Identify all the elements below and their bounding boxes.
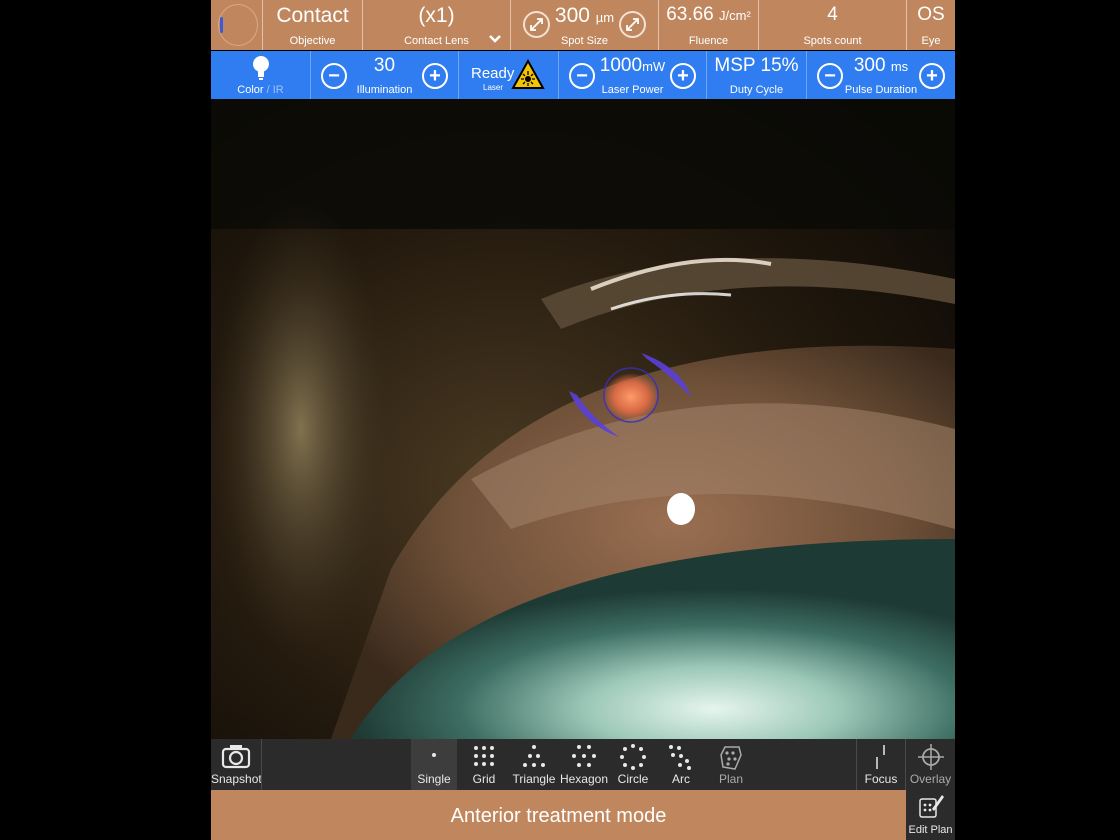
status-dial <box>218 4 258 46</box>
pattern-hexagon-button[interactable]: Hexagon <box>559 739 609 790</box>
duty-cycle-cell[interactable]: MSP 15% Duty Cycle <box>707 51 807 99</box>
duty-cycle-label: Duty Cycle <box>729 84 784 96</box>
status-marker <box>220 17 223 33</box>
spot-size-value: 300 <box>554 4 590 27</box>
objective-label: Objective <box>289 35 336 47</box>
pattern-grid-button[interactable]: Grid <box>459 739 509 790</box>
arc-pattern-icon <box>669 745 691 770</box>
illumination-label: Illumination <box>356 84 413 96</box>
overlay-label: Overlay <box>909 772 952 786</box>
edit-plan-button[interactable]: Edit Plan <box>906 790 955 840</box>
power-unit: mW <box>642 59 666 74</box>
divider <box>261 739 262 790</box>
triangle-pattern-icon <box>523 745 545 767</box>
contact-lens-cell[interactable]: (x1) Contact Lens <box>363 0 511 50</box>
pattern-toolbar: Snapshot Single Grid Triangle Hexagon Ci… <box>211 739 955 790</box>
pulse-value: 300 <box>853 55 886 76</box>
illumination-value: 30 <box>373 55 396 76</box>
eye-value: OS <box>917 4 945 25</box>
spots-count-value: 4 <box>827 4 838 25</box>
illumination-minus-button[interactable]: − <box>321 63 347 89</box>
pattern-single-label: Single <box>417 772 451 786</box>
pattern-circle-label: Circle <box>617 772 649 786</box>
focus-icon <box>876 745 885 769</box>
eye-cell[interactable]: OS Eye <box>907 0 955 50</box>
power-value: 1000 <box>599 55 643 76</box>
pattern-hexagon-label: Hexagon <box>559 772 609 786</box>
ir-label: / IR <box>263 84 284 96</box>
objective-value: Contact <box>276 4 349 27</box>
crosshair-icon <box>917 744 944 770</box>
laser-ready-value: Ready <box>471 65 515 82</box>
status-indicator-cell <box>211 0 263 50</box>
pattern-plan-button[interactable]: Plan <box>707 739 755 790</box>
chevron-down-icon[interactable] <box>488 34 502 44</box>
fluence-unit: J/cm² <box>719 8 751 23</box>
objective-cell[interactable]: Contact Objective <box>263 0 363 50</box>
mode-status-bar: Anterior treatment mode <box>211 790 906 840</box>
camera-icon <box>221 745 251 769</box>
pattern-plan-label: Plan <box>718 772 744 786</box>
pattern-arc-button[interactable]: Arc <box>657 739 705 790</box>
treatment-mode-text: Anterior treatment mode <box>450 805 667 827</box>
power-label: Laser Power <box>601 84 664 96</box>
illumination-cell: − 30 Illumination + <box>311 51 459 99</box>
lens-value: (x1) <box>418 4 455 27</box>
eye-label: Eye <box>921 35 941 47</box>
laser-ready-label: Laser <box>483 83 504 92</box>
pattern-triangle-label: Triangle <box>512 772 556 786</box>
circle-pattern-icon <box>620 744 646 770</box>
grid-pattern-icon <box>474 746 494 766</box>
focus-label: Focus <box>864 772 898 786</box>
top-settings-bar: Contact Objective (x1) Contact Lens 300 … <box>211 0 955 50</box>
camera-view[interactable] <box>211 99 955 739</box>
laser-parameters-bar: Color / IR − 30 Illumination + Ready Las… <box>211 51 955 99</box>
laser-app: Contact Objective (x1) Contact Lens 300 … <box>211 0 955 840</box>
color-label: Color <box>237 84 264 96</box>
color-ir-cell[interactable]: Color / IR <box>211 51 311 99</box>
pattern-grid-label: Grid <box>472 772 496 786</box>
focus-button[interactable]: Focus <box>857 739 905 790</box>
illumination-plus-button[interactable]: + <box>422 63 448 89</box>
laser-ready-cell[interactable]: Ready Laser <box>459 51 559 99</box>
laser-warning-icon <box>511 59 545 89</box>
pulse-minus-button[interactable]: − <box>817 63 843 89</box>
pattern-arc-label: Arc <box>672 772 690 786</box>
spot-size-cell: 300 µm Spot Size <box>511 0 659 50</box>
overlay-button[interactable]: Overlay <box>906 739 955 790</box>
pulse-duration-cell: − 300 ms Pulse Duration + <box>807 51 955 99</box>
snapshot-button[interactable]: Snapshot <box>211 739 262 790</box>
plan-pattern-icon <box>720 746 742 770</box>
edit-plan-label: Edit Plan <box>908 824 953 836</box>
power-minus-button[interactable]: − <box>569 63 595 89</box>
duty-cycle-value: MSP 15% <box>714 55 799 76</box>
eye-image <box>211 99 955 739</box>
pulse-label: Pulse Duration <box>844 84 918 96</box>
lightbulb-icon <box>253 56 269 80</box>
pattern-single-button[interactable]: Single <box>411 739 457 790</box>
laser-power-cell: − 1000mW Laser Power + <box>559 51 707 99</box>
power-plus-button[interactable]: + <box>670 63 696 89</box>
fluence-label: Fluence <box>688 35 729 47</box>
pattern-triangle-button[interactable]: Triangle <box>509 739 559 790</box>
expand-icon <box>626 18 639 31</box>
spots-count-label: Spots count <box>803 35 862 47</box>
fluence-cell: 63.66 J/cm² Fluence <box>659 0 759 50</box>
fluence-value: 63.66 <box>666 4 714 25</box>
hexagon-pattern-icon <box>572 745 596 767</box>
pulse-unit: ms <box>890 59 909 74</box>
spots-count-cell[interactable]: 4 Spots count <box>759 0 907 50</box>
pattern-circle-button[interactable]: Circle <box>609 739 657 790</box>
pulse-plus-button[interactable]: + <box>919 63 945 89</box>
snapshot-label: Snapshot <box>211 772 262 786</box>
spot-size-unit: µm <box>595 10 615 25</box>
single-pattern-icon <box>432 753 436 757</box>
increase-spot-button[interactable] <box>619 11 646 38</box>
edit-plan-icon <box>919 795 944 818</box>
